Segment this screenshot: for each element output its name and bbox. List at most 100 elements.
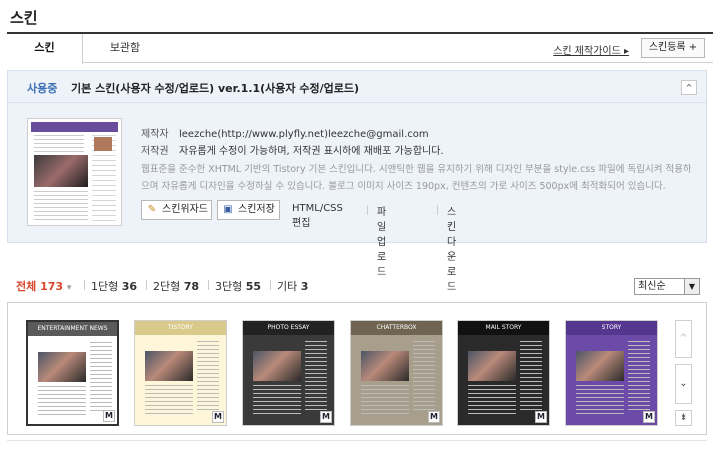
- thumb-photo: [361, 351, 409, 381]
- thumb-text-lines: [145, 385, 193, 415]
- divider: [270, 280, 271, 290]
- skin-thumbnail[interactable]: STORY M: [565, 320, 658, 426]
- license-label: 저작권: [141, 146, 169, 157]
- thumb-text-lines: [38, 386, 86, 416]
- author-label: 제작자: [141, 129, 169, 140]
- file-upload-link[interactable]: 파일 업로드: [377, 203, 386, 278]
- thumb-header: STORY: [566, 321, 657, 335]
- skin-wizard-label: 스킨위자드: [162, 204, 208, 215]
- collapse-button[interactable]: ^: [681, 80, 697, 95]
- tab-skin[interactable]: 스킨: [7, 34, 83, 64]
- license-value: 자유롭게 수정이 가능하며, 저작권 표시하에 재배포 가능합니다.: [179, 146, 444, 157]
- skin-guide-link[interactable]: 스킨 제작가이드 ▸: [553, 42, 629, 57]
- chevron-down-icon: ▾: [66, 283, 72, 293]
- skin-thumbnail[interactable]: MAIL STORY M: [457, 320, 550, 426]
- skin-download-link[interactable]: 스킨 다운로드: [447, 203, 456, 293]
- filter-count: 78: [183, 280, 200, 293]
- current-skin-panel: 사용중 기본 스킨(사용자 수정/업로드) ver.1.1(사용자 수정/업로드…: [7, 70, 707, 293]
- divider: [84, 280, 85, 290]
- html-css-edit-link[interactable]: HTML/CSS편집: [292, 203, 343, 229]
- filter-1col[interactable]: 1단형 36: [91, 278, 137, 294]
- floppy-disk-icon: ▣: [223, 204, 233, 215]
- thumb-side-image: [94, 137, 112, 151]
- filter-count: 55: [245, 280, 262, 293]
- thumb-header-bar: [31, 122, 118, 132]
- thumb-sidebar: [90, 342, 112, 412]
- filter-label: 2단형: [153, 280, 181, 293]
- thumb-sidebar: [413, 341, 435, 411]
- thumb-text-lines: [361, 385, 409, 415]
- tab-bar: 스킨 보관함 스킨 제작가이드 ▸ 스킨등록 +: [7, 32, 713, 64]
- thumb-text-lines: [468, 385, 516, 415]
- scroll-end-button[interactable]: ⇟: [675, 410, 692, 426]
- mobile-badge-icon: M: [103, 410, 115, 422]
- scroll-down-button[interactable]: ⌄: [675, 364, 692, 404]
- filter-label: 전체: [16, 280, 37, 293]
- license-row: 저작권 자유롭게 수정이 가능하며, 저작권 표시하에 재배포 가능합니다.: [141, 142, 444, 157]
- author-row: 제작자 leezche(http://www.plyfly.net)leezche…: [141, 125, 429, 140]
- dropdown-arrow-icon[interactable]: ▼: [684, 279, 699, 294]
- thumb-photo: [468, 351, 516, 381]
- thumb-text-lines: [34, 191, 88, 221]
- filter-count: 3: [300, 280, 309, 293]
- skin-thumbnail[interactable]: CHATTERBOX M: [350, 320, 443, 426]
- description-line: 웹표준을 준수한 XHTML 기반의 Tistory 기본 스킨입니다. 시맨틱…: [141, 164, 691, 175]
- filter-label: 3단형: [215, 280, 243, 293]
- current-skin-thumbnail: [27, 118, 122, 226]
- mobile-badge-icon: M: [428, 411, 440, 423]
- sort-value: 최신순: [638, 281, 666, 292]
- divider: [367, 205, 368, 215]
- thumb-photo: [38, 352, 86, 382]
- thumb-sidebar: [305, 341, 327, 411]
- skin-gallery: ^ ⌄ ⇟ ENTERTAINMENT NEWS M TISTORY M PHOTO E…: [7, 302, 707, 435]
- thumb-text-lines: [576, 385, 624, 415]
- thumb-text-lines: [34, 135, 84, 153]
- sort-select[interactable]: 최신순 ▼: [634, 278, 700, 295]
- thumb-sidebar: [520, 341, 542, 411]
- mobile-badge-icon: M: [212, 411, 224, 423]
- filter-count: 36: [121, 280, 138, 293]
- thumb-photo: [145, 351, 193, 381]
- thumb-photo: [253, 351, 301, 381]
- author-value: leezche(http://www.plyfly.net)leezche@gm…: [179, 129, 429, 140]
- filter-2col[interactable]: 2단형 78: [153, 278, 199, 294]
- register-skin-button[interactable]: 스킨등록 +: [641, 38, 705, 58]
- filter-etc[interactable]: 기타 3: [277, 278, 308, 294]
- thumb-sidebar: [628, 341, 650, 411]
- thumb-photo: [34, 155, 88, 187]
- skin-thumbnail[interactable]: TISTORY M: [134, 320, 227, 426]
- divider: [7, 440, 707, 441]
- thumb-photo: [576, 351, 624, 381]
- scroll-up-button[interactable]: ^: [675, 320, 692, 358]
- divider: [437, 205, 438, 215]
- filter-3col[interactable]: 3단형 55: [215, 278, 261, 294]
- thumb-header: CHATTERBOX: [351, 321, 442, 335]
- thumb-header: ENTERTAINMENT NEWS: [28, 322, 117, 336]
- skin-thumbnail[interactable]: PHOTO ESSAY M: [242, 320, 335, 426]
- mobile-badge-icon: M: [535, 411, 547, 423]
- pencil-icon: ✎: [147, 204, 157, 215]
- skin-save-button[interactable]: ▣ 스킨저장: [217, 200, 280, 220]
- skin-description: 웹표준을 준수한 XHTML 기반의 Tistory 기본 스킨입니다. 시맨틱…: [141, 161, 691, 195]
- filter-all[interactable]: 전체 173 ▾: [16, 278, 71, 294]
- skin-wizard-button[interactable]: ✎ 스킨위자드: [141, 200, 212, 220]
- current-skin-header: 사용중 기본 스킨(사용자 수정/업로드) ver.1.1(사용자 수정/업로드…: [8, 71, 706, 103]
- current-skin-name: 기본 스킨(사용자 수정/업로드) ver.1.1(사용자 수정/업로드): [71, 82, 360, 95]
- filter-label: 기타: [277, 280, 298, 293]
- skin-save-label: 스킨저장: [238, 204, 275, 215]
- divider: [146, 280, 147, 290]
- in-use-badge: 사용중: [27, 82, 58, 95]
- mobile-badge-icon: M: [643, 411, 655, 423]
- mobile-badge-icon: M: [320, 411, 332, 423]
- description-line: 으며 자유롭게 디자인을 수정하실 수 있습니다. 블로그 이미지 사이즈 19…: [141, 181, 666, 192]
- thumb-text-lines: [253, 385, 301, 415]
- skin-thumbnail[interactable]: ENTERTAINMENT NEWS M: [26, 320, 119, 426]
- filter-count: 173: [40, 280, 64, 293]
- thumb-header: PHOTO ESSAY: [243, 321, 334, 335]
- divider: [208, 280, 209, 290]
- tab-store[interactable]: 보관함: [103, 34, 147, 63]
- thumb-header: MAIL STORY: [458, 321, 549, 335]
- page-title: 스킨: [10, 9, 38, 27]
- thumb-sidebar: [197, 341, 219, 411]
- gallery-scroller: ^ ⌄ ⇟: [675, 320, 692, 426]
